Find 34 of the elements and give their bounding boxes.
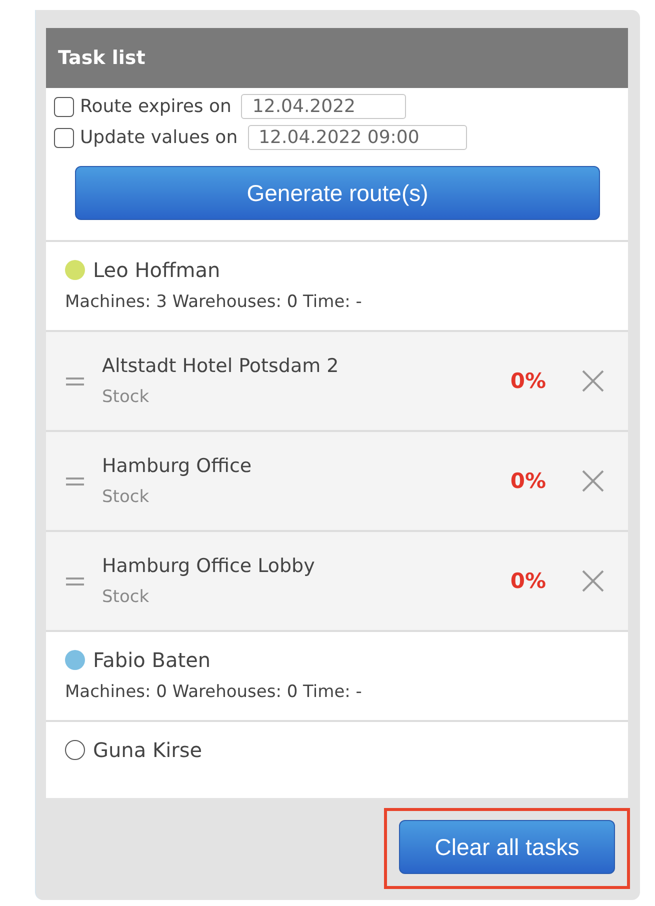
task-row[interactable]: Hamburg Office Lobby Stock 0% (46, 530, 628, 630)
checkbox[interactable] (54, 128, 74, 148)
driver-name: Guna Kirse (93, 738, 202, 762)
drag-handle-icon[interactable] (66, 476, 84, 486)
task-type: Stock (102, 487, 150, 507)
drag-handle-icon[interactable] (66, 576, 84, 586)
driver-name: Fabio Baten (93, 648, 211, 672)
drag-handle-icon[interactable] (66, 376, 84, 386)
clear-all-tasks-button[interactable]: Clear all tasks (399, 820, 615, 874)
task-type: Stock (102, 387, 150, 407)
driver-row[interactable]: Guna Kirse (46, 720, 628, 780)
task-percent: 0% (510, 469, 546, 493)
date-field[interactable]: 12.04.2022 09:00 (248, 125, 467, 150)
task-row[interactable]: Hamburg Office Stock 0% (46, 430, 628, 530)
task-name: Hamburg Office (102, 455, 253, 477)
checkbox[interactable] (54, 96, 74, 116)
task-name: Altstadt Hotel Potsdam 2 (102, 355, 340, 377)
task-type: Stock (102, 587, 150, 607)
close-icon[interactable] (582, 470, 604, 492)
task-percent: 0% (510, 369, 546, 393)
task-name: Hamburg Office Lobby (102, 555, 316, 577)
driver-summary: Machines: 0 Warehouses: 0 Time: - (65, 682, 363, 702)
driver-summary: Machines: 3 Warehouses: 0 Time: - (65, 292, 363, 312)
close-icon[interactable] (582, 370, 604, 392)
close-icon[interactable] (582, 570, 604, 592)
option-label: Update values on (80, 127, 238, 148)
driver-name: Leo Hoffman (93, 258, 220, 282)
panel-title: Task list (46, 28, 628, 88)
date-field[interactable]: 12.04.2022 (241, 94, 406, 119)
driver-row[interactable]: Fabio Baten Machines: 0 Warehouses: 0 Time: - (46, 630, 628, 720)
option-label: Route expires on (80, 96, 232, 117)
generate-route-button[interactable]: Generate route(s) (75, 166, 600, 220)
task-row[interactable]: Altstadt Hotel Potsdam 2 Stock 0% (46, 330, 628, 430)
task-percent: 0% (510, 569, 546, 593)
